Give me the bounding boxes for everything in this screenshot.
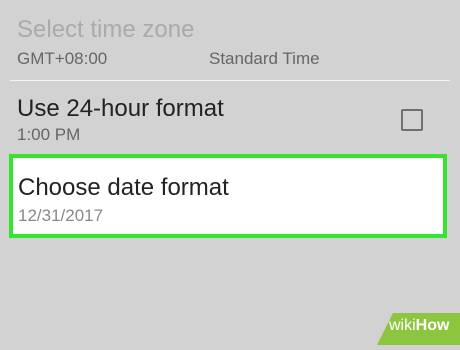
wikihow-watermark: wikiHow	[373, 306, 460, 345]
hour-format-example: 1:00 PM	[17, 125, 81, 144]
date-format-example: 12/31/2017	[18, 206, 104, 225]
time-zone-name: Standard Time	[209, 49, 320, 68]
time-zone-offset: GMT+08:00	[17, 49, 108, 68]
hour-format-checkbox[interactable]	[401, 109, 423, 131]
select-time-zone-item: Select time zone GMT+08:00 Standard Time	[0, 0, 460, 80]
choose-date-format-item[interactable]: Choose date format 12/31/2017	[9, 154, 447, 238]
date-format-title: Choose date format	[18, 174, 229, 201]
hour-format-title: Use 24-hour format	[17, 95, 224, 122]
use-24-hour-format-item[interactable]: Use 24-hour format 1:00 PM	[0, 81, 460, 151]
time-zone-title: Select time zone	[17, 16, 195, 43]
watermark-text: wikiHow	[389, 317, 450, 334]
